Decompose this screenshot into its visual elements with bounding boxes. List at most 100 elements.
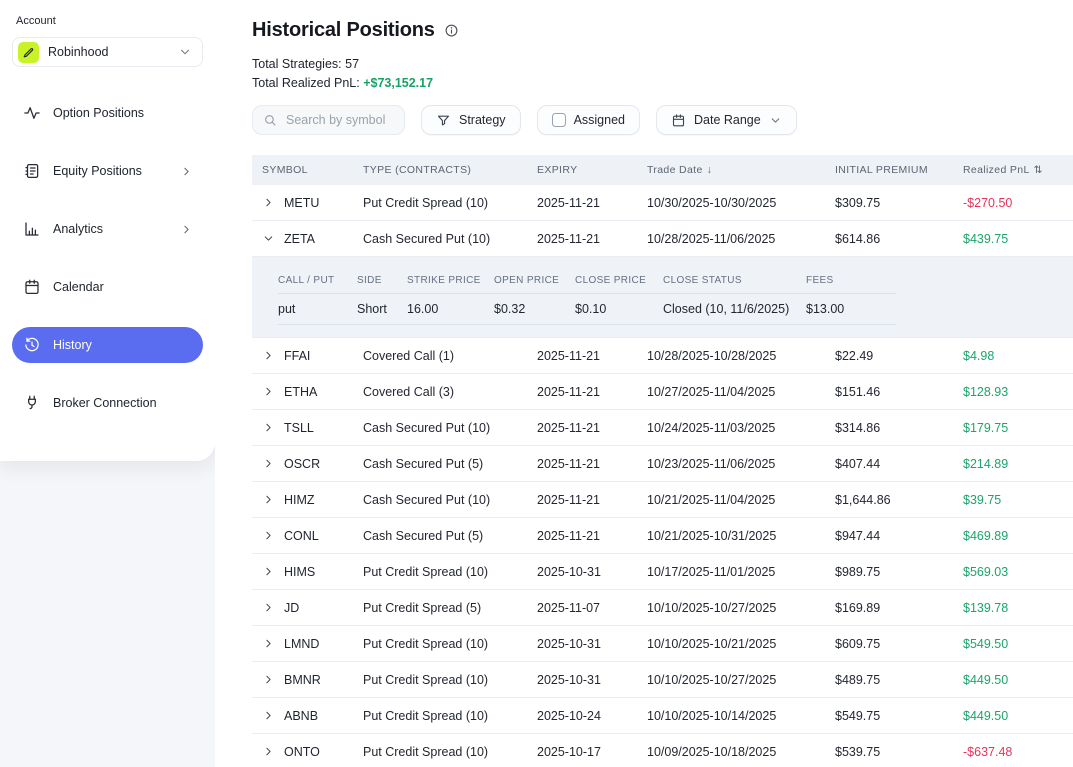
trade-date-cell: 10/24/2025-11/03/2025 — [647, 421, 835, 435]
table-row[interactable]: OSCRCash Secured Put (5)2025-11-2110/23/… — [252, 446, 1073, 482]
table-row[interactable]: BMNRPut Credit Spread (10)2025-10-3110/1… — [252, 662, 1073, 698]
table-row[interactable]: HIMSPut Credit Spread (10)2025-10-3110/1… — [252, 554, 1073, 590]
sidebar: Account Robinhood Option PositionsEquity… — [0, 0, 215, 767]
detail-cell: 16.00 — [407, 302, 494, 316]
assigned-checkbox[interactable] — [552, 113, 566, 127]
table-row[interactable]: TSLLCash Secured Put (10)2025-11-2110/24… — [252, 410, 1073, 446]
table-row[interactable]: JDPut Credit Spread (5)2025-11-0710/10/2… — [252, 590, 1073, 626]
sidebar-item-calendar[interactable]: Calendar — [12, 269, 203, 305]
chevron-down-icon[interactable] — [262, 232, 275, 245]
account-chip — [18, 42, 39, 63]
table-row[interactable]: HIMZCash Secured Put (10)2025-11-2110/21… — [252, 482, 1073, 518]
assigned-filter-button[interactable]: Assigned — [537, 105, 640, 135]
total-strategies: Total Strategies: 57 — [252, 55, 1073, 74]
trade-date-cell: 10/28/2025-10/28/2025 — [647, 349, 835, 363]
sidebar-item-broker-connection[interactable]: Broker Connection — [12, 385, 203, 421]
search-input[interactable] — [284, 112, 394, 128]
strategy-filter-button[interactable]: Strategy — [421, 105, 521, 135]
chevron-down-icon — [769, 114, 782, 127]
table-row[interactable]: ONTOPut Credit Spread (10)2025-10-1710/0… — [252, 734, 1073, 767]
initial-premium-cell: $407.44 — [835, 457, 963, 471]
realized-pnl-cell: $39.75 — [963, 493, 1073, 507]
sidebar-item-label: Option Positions — [53, 106, 144, 120]
column-header-label: Realized PnL — [963, 164, 1030, 176]
search-box[interactable] — [252, 105, 405, 135]
expiry-cell: 2025-10-17 — [537, 745, 647, 759]
detail-cell: $13.00 — [806, 302, 896, 316]
sort-icon: ⇅ — [1034, 164, 1043, 176]
symbol-cell: TSLL — [284, 421, 314, 435]
table-body: METUPut Credit Spread (10)2025-11-2110/3… — [252, 185, 1073, 767]
chevron-right-icon[interactable] — [262, 637, 275, 650]
symbol-cell: OSCR — [284, 457, 320, 471]
date-range-filter-label: Date Range — [694, 113, 761, 127]
detail-column-header: FEES — [806, 275, 896, 286]
initial-premium-cell: $151.46 — [835, 385, 963, 399]
sidebar-item-label: Calendar — [53, 280, 104, 294]
sidebar-card: Account Robinhood Option PositionsEquity… — [0, 0, 215, 461]
column-header[interactable]: Realized PnL ⇅ — [963, 164, 1073, 176]
symbol-cell: CONL — [284, 529, 319, 543]
date-range-filter-button[interactable]: Date Range — [656, 105, 797, 135]
trade-date-cell: 10/09/2025-10/18/2025 — [647, 745, 835, 759]
initial-premium-cell: $489.75 — [835, 673, 963, 687]
chevron-right-icon — [180, 165, 193, 178]
chevron-right-icon[interactable] — [262, 745, 275, 758]
chevron-right-icon[interactable] — [262, 196, 275, 209]
detail-cell: $0.10 — [575, 302, 663, 316]
realized-pnl-cell: $214.89 — [963, 457, 1073, 471]
calendar-icon — [671, 113, 686, 128]
chevron-right-icon[interactable] — [262, 421, 275, 434]
chevron-right-icon[interactable] — [262, 709, 275, 722]
chevron-right-icon[interactable] — [262, 673, 275, 686]
expiry-cell: 2025-11-21 — [537, 493, 647, 507]
type-cell: Put Credit Spread (10) — [363, 745, 537, 759]
column-header[interactable]: Trade Date ↓ — [647, 164, 835, 176]
chevron-right-icon[interactable] — [262, 493, 275, 506]
symbol-cell: HIMS — [284, 565, 315, 579]
column-header-label: Trade Date — [647, 164, 703, 176]
type-cell: Put Credit Spread (10) — [363, 637, 537, 651]
sidebar-item-equity-positions[interactable]: Equity Positions — [12, 153, 203, 189]
info-icon[interactable] — [444, 23, 459, 38]
expiry-cell: 2025-10-31 — [537, 673, 647, 687]
trade-date-cell: 10/10/2025-10/27/2025 — [647, 601, 835, 615]
table-row[interactable]: ETHACovered Call (3)2025-11-2110/27/2025… — [252, 374, 1073, 410]
table-row[interactable]: CONLCash Secured Put (5)2025-11-2110/21/… — [252, 518, 1073, 554]
table-row[interactable]: METUPut Credit Spread (10)2025-11-2110/3… — [252, 185, 1073, 221]
chevron-right-icon[interactable] — [262, 529, 275, 542]
trade-date-cell: 10/10/2025-10/14/2025 — [647, 709, 835, 723]
initial-premium-cell: $314.86 — [835, 421, 963, 435]
chevron-right-icon[interactable] — [262, 565, 275, 578]
detail-cell: Closed (10, 11/6/2025) — [663, 302, 806, 316]
sort-desc-icon: ↓ — [707, 164, 713, 176]
realized-pnl-cell: $439.75 — [963, 232, 1073, 246]
sidebar-item-history[interactable]: History — [12, 327, 203, 363]
symbol-cell: HIMZ — [284, 493, 315, 507]
table-row[interactable]: ABNBPut Credit Spread (10)2025-10-2410/1… — [252, 698, 1073, 734]
strategy-filter-label: Strategy — [459, 113, 506, 127]
chevron-right-icon[interactable] — [262, 601, 275, 614]
ledger-icon — [23, 162, 41, 180]
sidebar-nav: Option Positions Equity Positions Analytic… — [12, 95, 203, 421]
table-row[interactable]: FFAICovered Call (1)2025-11-2110/28/2025… — [252, 338, 1073, 374]
expiry-cell: 2025-11-21 — [537, 349, 647, 363]
chevron-right-icon[interactable] — [262, 457, 275, 470]
table-row[interactable]: ZETACash Secured Put (10)2025-11-2110/28… — [252, 221, 1073, 257]
realized-pnl-cell: $4.98 — [963, 349, 1073, 363]
type-cell: Cash Secured Put (10) — [363, 421, 537, 435]
positions-table: SYMBOLTYPE (CONTRACTS)EXPIRYTrade Date↓I… — [252, 155, 1073, 767]
account-selector[interactable]: Robinhood — [12, 37, 203, 67]
sidebar-item-analytics[interactable]: Analytics — [12, 211, 203, 247]
type-cell: Cash Secured Put (10) — [363, 493, 537, 507]
initial-premium-cell: $614.86 — [835, 232, 963, 246]
chevron-right-icon[interactable] — [262, 349, 275, 362]
chevron-right-icon[interactable] — [262, 385, 275, 398]
sidebar-item-option-positions[interactable]: Option Positions — [12, 95, 203, 131]
realized-pnl-cell: -$270.50 — [963, 196, 1073, 210]
total-pnl-label: Total Realized PnL: — [252, 76, 360, 90]
initial-premium-cell: $1,644.86 — [835, 493, 963, 507]
total-strategies-value: 57 — [345, 57, 359, 71]
realized-pnl-cell: $449.50 — [963, 709, 1073, 723]
table-row[interactable]: LMNDPut Credit Spread (10)2025-10-3110/1… — [252, 626, 1073, 662]
